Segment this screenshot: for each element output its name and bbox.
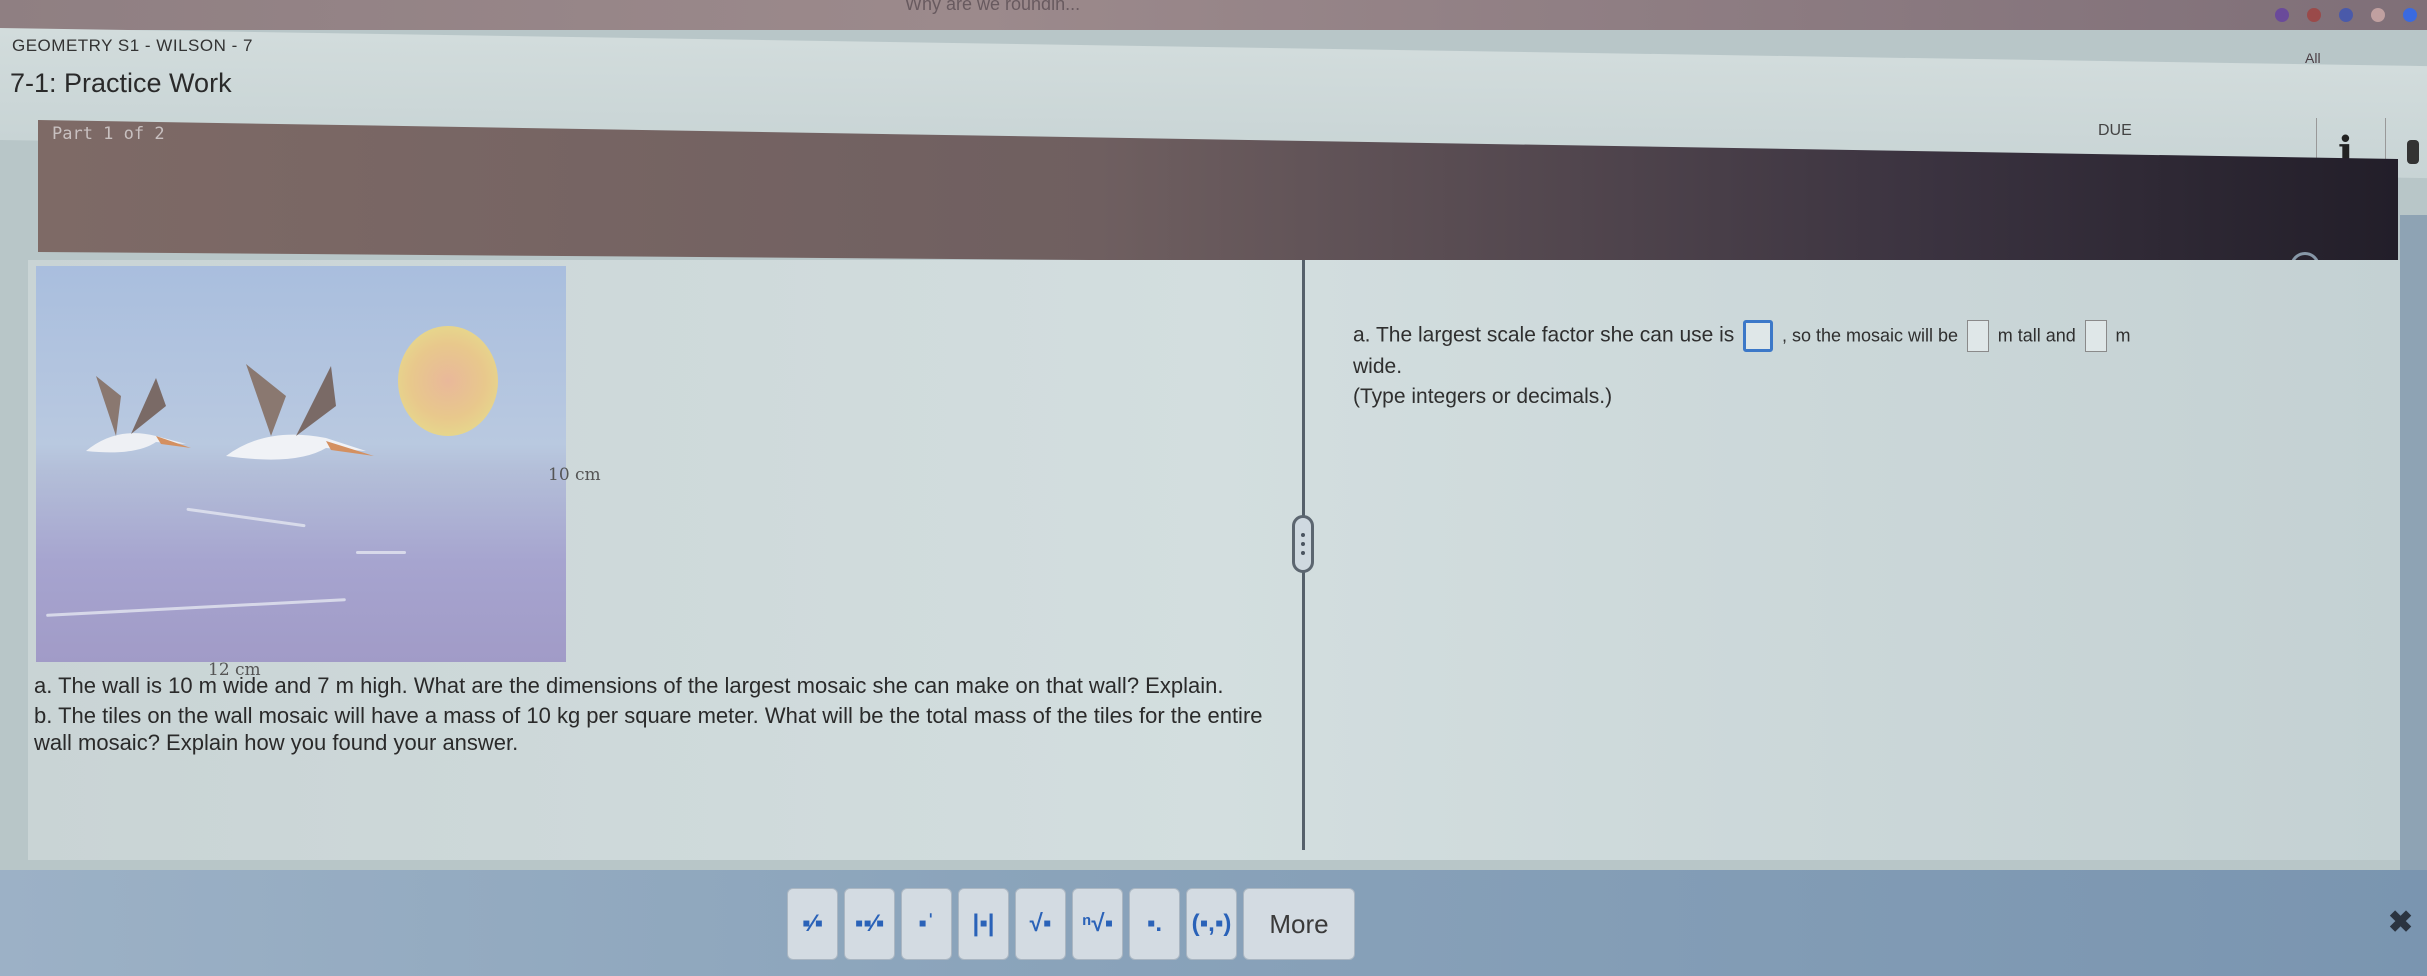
math-button-group: ▪⁄▪ ▪▪⁄▪ ▪ˈ |▪| √▪ ⁿ√▪ ▪. (▪,▪) More xyxy=(787,888,1355,960)
subscript-button[interactable]: ▪. xyxy=(1129,888,1180,960)
wave-stroke xyxy=(356,551,406,554)
question-pane: 10 cm 12 cm a. The wall is 10 m wide and… xyxy=(28,260,1303,860)
bookmark-icon[interactable] xyxy=(2407,140,2419,164)
extension-icon[interactable] xyxy=(2371,8,2385,22)
mosaic-width-input[interactable] xyxy=(2084,320,2107,352)
wide-label: wide. xyxy=(1353,355,1403,378)
ordered-pair-button[interactable]: (▪,▪) xyxy=(1186,888,1237,960)
exponent-button[interactable]: ▪ˈ xyxy=(901,888,952,960)
height-dimension-label: 10 cm xyxy=(548,465,601,485)
browser-tab-strip: Why are we roundin... xyxy=(0,0,2427,30)
extension-icon[interactable] xyxy=(2339,8,2353,22)
answer-pane: a. The largest scale factor she can use … xyxy=(1353,320,2383,412)
course-title: GEOMETRY S1 - WILSON - 7 xyxy=(12,36,253,55)
fraction-button[interactable]: ▪⁄▪ xyxy=(787,888,838,960)
absolute-value-button[interactable]: |▪| xyxy=(958,888,1009,960)
answer-mid: , so the mosaic will be xyxy=(1782,325,1959,346)
math-input-toolbar: ▪⁄▪ ▪▪⁄▪ ▪ˈ |▪| √▪ ⁿ√▪ ▪. (▪,▪) More ✖ xyxy=(0,870,2427,976)
question-part-b: b. The tiles on the wall mosaic will hav… xyxy=(34,703,1263,755)
mixed-number-button[interactable]: ▪▪⁄▪ xyxy=(844,888,895,960)
mosaic-height-input[interactable] xyxy=(1966,320,1989,352)
answer-prefix: a. The largest scale factor she can use … xyxy=(1353,323,1735,347)
sun-illustration xyxy=(398,326,498,436)
pelican-illustration xyxy=(86,376,191,453)
unit-wide-label: m xyxy=(2115,325,2131,346)
profile-icon[interactable] xyxy=(2403,8,2417,22)
question-part-a: a. The wall is 10 m wide and 7 m high. W… xyxy=(34,673,1224,698)
nth-root-button[interactable]: ⁿ√▪ xyxy=(1072,888,1123,960)
pane-resize-handle[interactable] xyxy=(1292,515,1314,573)
unit-tall-label: m tall and xyxy=(1997,325,2076,346)
pelican-illustration xyxy=(226,364,374,460)
mosaic-image xyxy=(36,266,566,662)
bookmarks-folder[interactable]: All xyxy=(2305,50,2321,66)
due-label: DUE xyxy=(2098,122,2132,139)
close-toolbar-icon[interactable]: ✖ xyxy=(2388,905,2413,940)
scale-factor-input[interactable] xyxy=(1743,320,1774,352)
browser-extension-icons xyxy=(2275,0,2417,30)
extension-icon[interactable] xyxy=(2307,8,2321,22)
part-indicator: Part 1 of 2 xyxy=(52,124,165,144)
wave-stroke xyxy=(46,598,346,617)
square-root-button[interactable]: √▪ xyxy=(1015,888,1066,960)
browser-tab-hint[interactable]: Why are we roundin... xyxy=(905,0,1080,15)
more-button[interactable]: More xyxy=(1243,888,1355,960)
problem-content: 10 cm 12 cm a. The wall is 10 m wide and… xyxy=(28,260,2400,860)
assignment-title: 7-1: Practice Work xyxy=(10,68,232,98)
extension-icon[interactable] xyxy=(2275,8,2289,22)
question-text: a. The wall is 10 m wide and 7 m high. W… xyxy=(34,672,1284,759)
answer-statement: a. The largest scale factor she can use … xyxy=(1353,320,2383,382)
wave-stroke xyxy=(186,507,306,528)
page-scrollbar-area[interactable] xyxy=(2400,215,2427,875)
answer-hint: (Type integers or decimals.) xyxy=(1353,385,1613,408)
